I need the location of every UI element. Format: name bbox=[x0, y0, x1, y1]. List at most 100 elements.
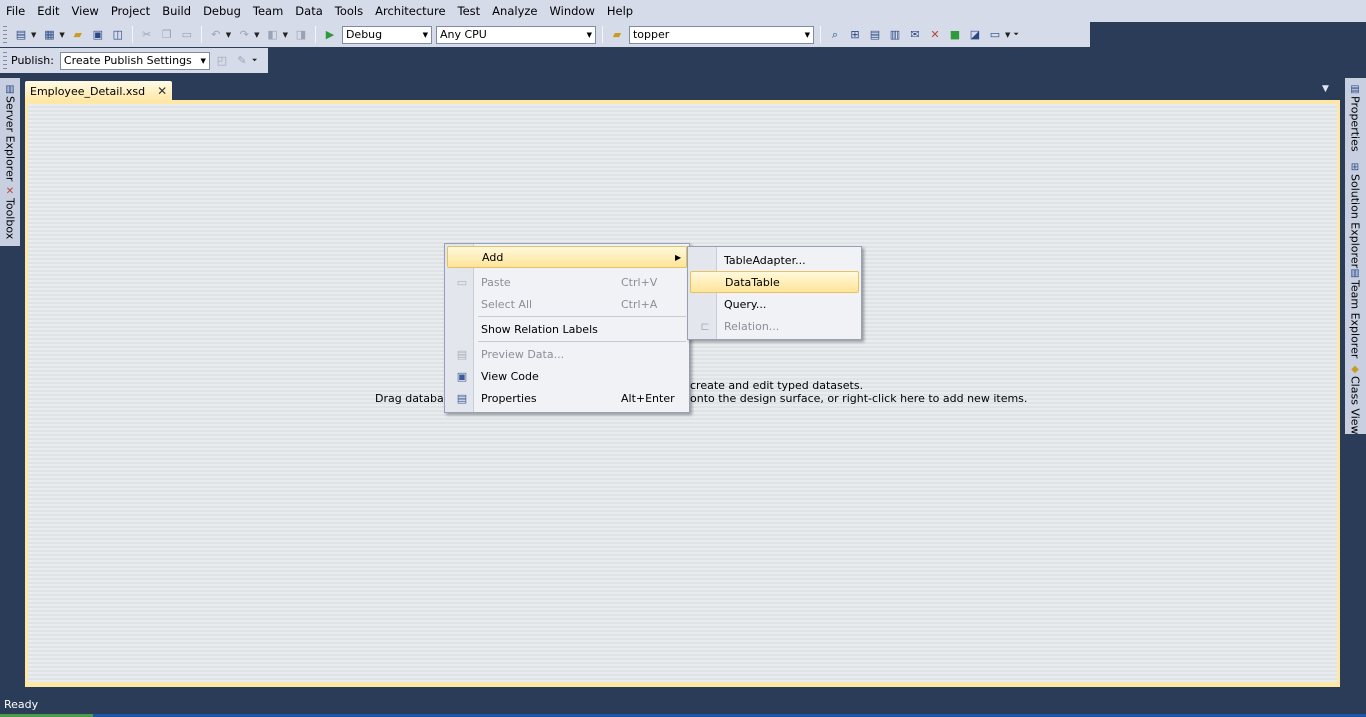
menu-file[interactable]: File bbox=[0, 0, 31, 22]
team-explorer-tab[interactable]: ▥ Team Explorer bbox=[1348, 266, 1362, 359]
menu-item-shortcut: Alt+Enter bbox=[621, 391, 675, 405]
new-project-icon[interactable]: ▤ bbox=[12, 26, 30, 44]
submenu-arrow-icon: ▶ bbox=[675, 252, 682, 262]
find-symbol-icon[interactable]: ⌕ bbox=[826, 26, 844, 44]
team-explorer-icon: ▥ bbox=[1350, 267, 1360, 279]
start-debugging-icon[interactable]: ▶ bbox=[321, 26, 339, 44]
menu-item-select-all[interactable]: Select All Ctrl+A bbox=[447, 293, 687, 315]
solution-explorer-tab[interactable]: ⊞ Solution Explorer bbox=[1348, 160, 1362, 269]
command-window-icon[interactable]: ▭ bbox=[986, 26, 1004, 44]
toolbar-grip[interactable] bbox=[3, 26, 7, 43]
navigate-forward-icon[interactable]: ◨ bbox=[292, 26, 310, 44]
submenu-item-query[interactable]: Query... bbox=[690, 293, 859, 315]
publish-toolbar: Publish: Create Publish Settings ▼ ◰ ✎ ⏷ bbox=[0, 48, 268, 73]
close-icon[interactable]: ✕ bbox=[157, 84, 167, 98]
server-explorer-tab[interactable]: ▥ Server Explorer bbox=[3, 82, 17, 182]
publish-settings-value: Create Publish Settings bbox=[63, 54, 192, 67]
properties-icon: ▤ bbox=[456, 391, 468, 405]
solution-explorer-icon[interactable]: ⊞ bbox=[846, 26, 864, 44]
copy-icon[interactable]: ❐ bbox=[158, 26, 176, 44]
save-icon[interactable]: ▣ bbox=[89, 26, 107, 44]
menu-item-label: View Code bbox=[481, 369, 539, 383]
toolbar-options-icon[interactable]: ⏷ bbox=[252, 56, 258, 65]
solution-explorer-icon: ⊞ bbox=[1350, 161, 1360, 173]
dropdown-arrow-icon[interactable]: ▼ bbox=[31, 31, 36, 39]
menu-debug[interactable]: Debug bbox=[197, 0, 247, 22]
menu-build[interactable]: Build bbox=[156, 0, 197, 22]
menu-item-properties[interactable]: ▤ Properties Alt+Enter bbox=[447, 387, 687, 409]
menu-project[interactable]: Project bbox=[105, 0, 156, 22]
start-page-icon[interactable]: ■ bbox=[946, 26, 964, 44]
menu-item-add[interactable]: Add ▶ bbox=[447, 246, 687, 268]
active-files-dropdown-icon[interactable]: ▼ bbox=[1322, 84, 1329, 94]
find-combo[interactable]: topper ▼ bbox=[628, 25, 814, 44]
publish-settings-dropdown[interactable]: Create Publish Settings ▼ bbox=[59, 51, 210, 70]
status-text: Ready bbox=[4, 698, 39, 711]
preview-data-icon: ▤ bbox=[456, 347, 468, 361]
menu-item-label: TableAdapter... bbox=[724, 253, 806, 267]
menu-item-view-code[interactable]: ▣ View Code bbox=[447, 365, 687, 387]
add-item-icon[interactable]: ▦ bbox=[40, 26, 58, 44]
team-explorer-icon[interactable]: ✉ bbox=[906, 26, 924, 44]
menu-item-show-relation-labels[interactable]: Show Relation Labels bbox=[447, 318, 687, 340]
menu-team[interactable]: Team bbox=[247, 0, 289, 22]
menu-tools[interactable]: Tools bbox=[329, 0, 369, 22]
menu-architecture[interactable]: Architecture bbox=[369, 0, 451, 22]
dropdown-arrow-icon[interactable]: ▼ bbox=[1005, 31, 1010, 39]
solution-configuration-dropdown[interactable]: Debug ▼ bbox=[341, 25, 432, 44]
paste-icon[interactable]: ▭ bbox=[178, 26, 196, 44]
menu-test[interactable]: Test bbox=[452, 0, 487, 22]
context-menu: Add ▶ ▭ Paste Ctrl+V Select All Ctrl+A S… bbox=[444, 243, 690, 413]
relation-icon: ⊏ bbox=[700, 319, 710, 333]
chevron-down-icon: ▼ bbox=[586, 30, 592, 39]
dropdown-arrow-icon[interactable]: ▼ bbox=[283, 31, 288, 39]
toolbar-grip[interactable] bbox=[3, 52, 7, 69]
menu-analyze[interactable]: Analyze bbox=[486, 0, 543, 22]
save-all-icon[interactable]: ◫ bbox=[109, 26, 127, 44]
menu-item-label: DataTable bbox=[725, 275, 780, 289]
publish-web-icon[interactable]: ◰ bbox=[213, 52, 231, 70]
dropdown-arrow-icon[interactable]: ▼ bbox=[59, 31, 64, 39]
menu-item-preview-data[interactable]: ▤ Preview Data... bbox=[447, 343, 687, 365]
publish-label: Publish: bbox=[11, 54, 54, 67]
menu-item-label: Relation... bbox=[724, 319, 780, 333]
dropdown-arrow-icon[interactable]: ▼ bbox=[254, 31, 259, 39]
undo-icon[interactable]: ↶ bbox=[207, 26, 225, 44]
paste-icon: ▭ bbox=[456, 275, 468, 289]
right-autohide-pane: ▤ Properties ⊞ Solution Explorer ▥ Team … bbox=[1345, 78, 1366, 435]
menu-view[interactable]: View bbox=[66, 0, 105, 22]
menu-edit[interactable]: Edit bbox=[31, 0, 65, 22]
document-tab-employee-detail[interactable]: Employee_Detail.xsd ✕ bbox=[25, 81, 173, 101]
toolbox-label: Toolbox bbox=[3, 198, 17, 240]
submenu-item-relation[interactable]: ⊏ Relation... bbox=[690, 315, 859, 337]
menu-data[interactable]: Data bbox=[289, 0, 328, 22]
find-value: topper bbox=[632, 28, 670, 41]
find-in-files-icon[interactable]: ▰ bbox=[608, 26, 626, 44]
toolbox-icon[interactable]: ✕ bbox=[926, 26, 944, 44]
menu-help[interactable]: Help bbox=[601, 0, 639, 22]
dropdown-arrow-icon[interactable]: ▼ bbox=[226, 31, 231, 39]
menu-item-label: Query... bbox=[724, 297, 767, 311]
object-browser-icon[interactable]: ▥ bbox=[886, 26, 904, 44]
class-view-icon: ◆ bbox=[1351, 363, 1359, 375]
toolbox-tab[interactable]: ✕ Toolbox bbox=[3, 184, 17, 240]
menu-item-paste[interactable]: ▭ Paste Ctrl+V bbox=[447, 271, 687, 293]
publish-settings-icon[interactable]: ✎ bbox=[233, 52, 251, 70]
class-view-tab[interactable]: ◆ Class View bbox=[1348, 362, 1362, 435]
redo-icon[interactable]: ↷ bbox=[235, 26, 253, 44]
navigate-backward-icon[interactable]: ◧ bbox=[264, 26, 282, 44]
submenu-item-tableadapter[interactable]: TableAdapter... bbox=[690, 249, 859, 271]
properties-window-icon[interactable]: ▤ bbox=[866, 26, 884, 44]
cut-icon[interactable]: ✂ bbox=[138, 26, 156, 44]
solution-platform-dropdown[interactable]: Any CPU ▼ bbox=[435, 25, 596, 44]
server-explorer-icon: ▥ bbox=[5, 83, 15, 95]
toolbar-options-icon[interactable]: ⏷ bbox=[1013, 30, 1019, 39]
toolbar-separator bbox=[131, 26, 133, 43]
open-folder-icon[interactable]: ▰ bbox=[69, 26, 87, 44]
menu-window[interactable]: Window bbox=[544, 0, 601, 22]
chevron-down-icon: ▼ bbox=[200, 56, 206, 65]
submenu-item-datatable[interactable]: DataTable bbox=[690, 271, 859, 293]
extension-manager-icon[interactable]: ◪ bbox=[966, 26, 984, 44]
properties-tab[interactable]: ▤ Properties bbox=[1348, 82, 1362, 152]
menu-separator bbox=[478, 316, 686, 317]
